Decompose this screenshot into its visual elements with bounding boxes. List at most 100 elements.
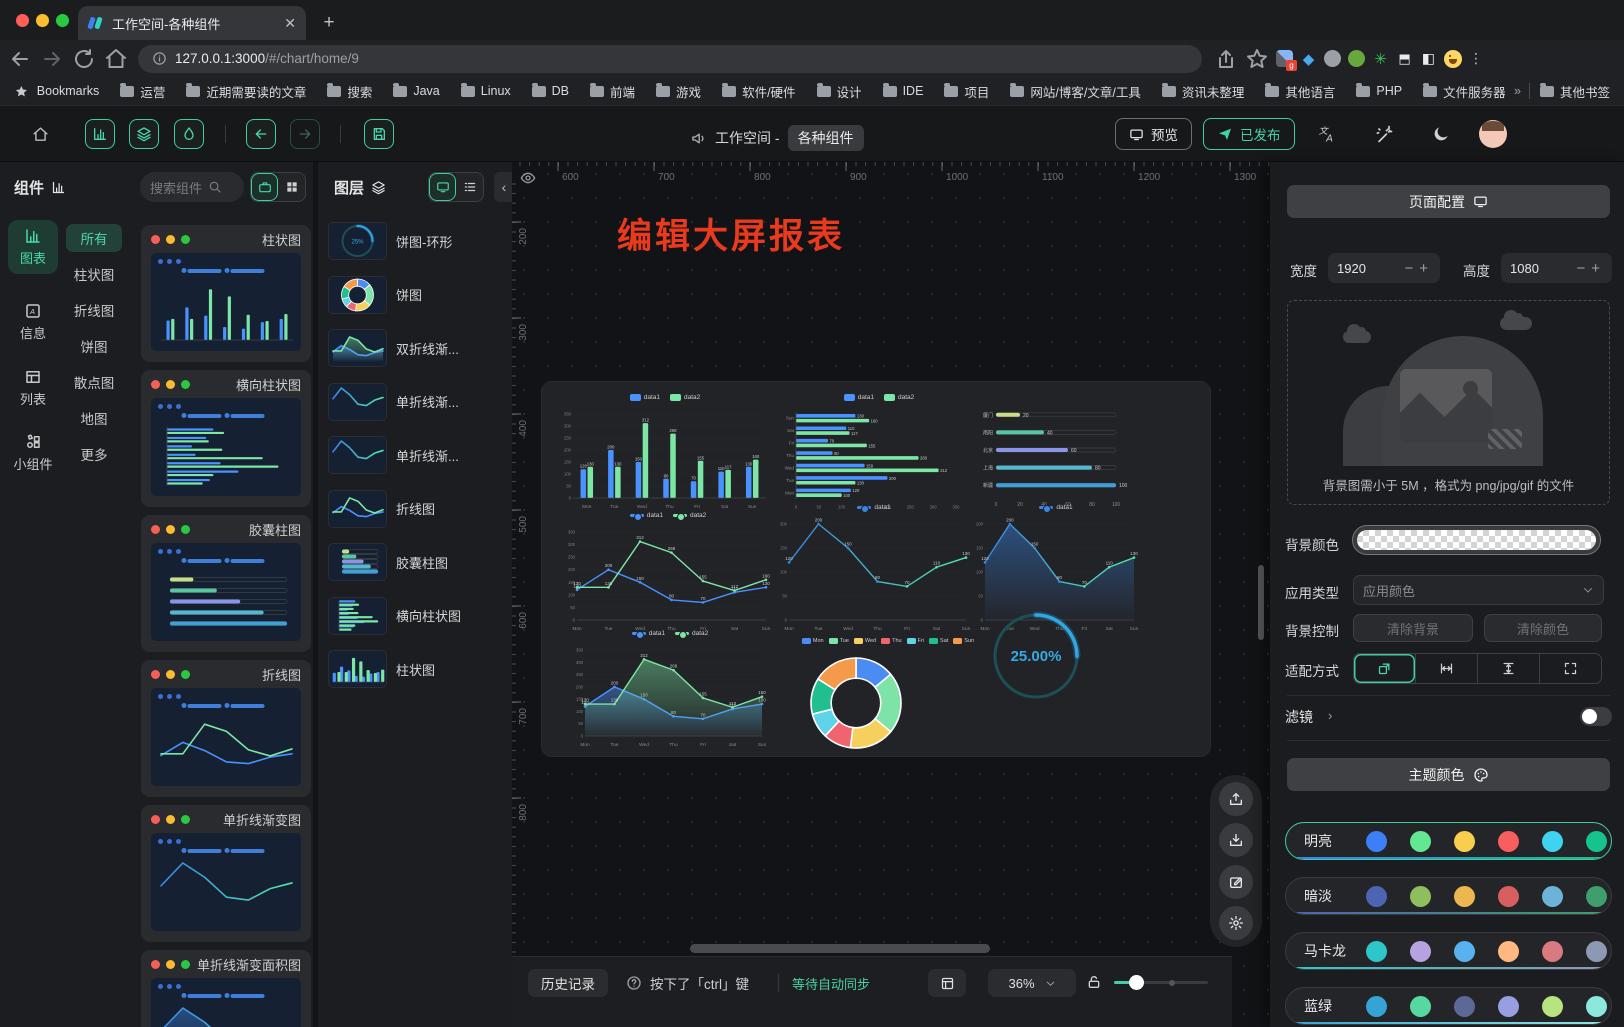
width-minus-button[interactable]: − — [1401, 260, 1416, 277]
vertical-scrollbar[interactable] — [1258, 565, 1264, 640]
canvas-title-text[interactable]: 编辑大屏报表 — [617, 208, 845, 259]
collapse-panel-button[interactable]: ‹ — [494, 172, 514, 202]
app-home-icon[interactable] — [32, 126, 49, 143]
layer-item-横向柱状图[interactable]: 横向柱状图 — [328, 594, 506, 638]
bookmark-star-icon[interactable] — [1245, 47, 1269, 71]
theme-color-dot[interactable] — [1586, 886, 1607, 907]
extension-contrast-icon[interactable]: ◧ — [1420, 50, 1437, 67]
bookmark-item[interactable]: Java — [393, 82, 439, 101]
share-icon[interactable] — [1214, 47, 1238, 71]
theme-color-dot[interactable] — [1366, 831, 1387, 852]
widget-hbar[interactable]: data1data2SunSatFriThuWedTueMon050100150… — [780, 394, 978, 510]
bookmark-item[interactable]: 设计 — [817, 82, 862, 101]
theme-color-dot[interactable] — [1542, 996, 1563, 1017]
workspace-name-pill[interactable]: 各种组件 — [788, 125, 864, 151]
widget-ring[interactable]: 25.00% — [988, 608, 1084, 704]
layer-item-双折线渐...[interactable]: 双折线渐... — [328, 326, 506, 370]
fit-stretch-button[interactable] — [1539, 654, 1601, 683]
other-bookmarks[interactable]: 其他书签 — [1540, 82, 1610, 101]
help-icon[interactable] — [626, 975, 642, 991]
back-icon[interactable] — [8, 47, 32, 71]
bookmark-item[interactable]: DB — [532, 82, 569, 101]
bookmarks-overflow[interactable]: » — [1514, 84, 1521, 98]
background-upload-dropzone[interactable]: 背景图需小于 5M ，格式为 png/jpg/gif 的文件 — [1287, 300, 1610, 505]
list-view-toggle[interactable] — [456, 173, 483, 201]
extension-puzzle-icon[interactable]: ⬒ — [1396, 50, 1413, 67]
bookmark-item[interactable]: 资讯未整理 — [1162, 82, 1245, 101]
zoom-select[interactable]: 36% — [988, 969, 1076, 997]
sidebar-nav-列表[interactable]: 列表 — [8, 361, 58, 415]
theme-color-dot[interactable] — [1366, 941, 1387, 962]
bookmark-item[interactable]: IDE — [883, 82, 924, 101]
detail-panel-toggle-button[interactable] — [174, 119, 204, 149]
grid-view-toggle[interactable] — [278, 173, 305, 201]
sidebar-nav-信息[interactable]: A信息 — [8, 295, 58, 349]
component-card-折线图[interactable]: 折线图 — [141, 660, 311, 797]
window-zoom-button[interactable] — [56, 14, 69, 27]
sidebar-nav-小组件[interactable]: 小组件 — [8, 426, 58, 480]
category-柱状图[interactable]: 柱状图 — [66, 260, 122, 288]
layer-item-饼图[interactable]: 饼图 — [328, 273, 506, 317]
theme-color-dot[interactable] — [1366, 996, 1387, 1017]
bookmark-item[interactable]: 近期需要读的文章 — [186, 82, 306, 101]
component-card-胶囊柱图[interactable]: 胶囊柱图 — [141, 515, 311, 652]
category-更多[interactable]: 更多 — [66, 440, 122, 468]
browser-home-icon[interactable] — [104, 47, 128, 71]
bookmark-item[interactable]: 软件/硬件 — [722, 82, 795, 101]
width-value[interactable]: 1920 — [1337, 261, 1401, 276]
history-button[interactable]: 历史记录 — [528, 969, 608, 997]
search-input[interactable]: 搜索组件 — [140, 172, 244, 202]
category-散点图[interactable]: 散点图 — [66, 368, 122, 396]
theme-color-dot[interactable] — [1498, 996, 1519, 1017]
redo-button[interactable] — [290, 119, 320, 149]
layer-item-胶囊柱图[interactable]: 胶囊柱图 — [328, 540, 506, 584]
widget-bar[interactable]: data1data2050100150200250300350MonTueWed… — [558, 394, 772, 510]
component-card-单折线渐变图[interactable]: 单折线渐变图 — [141, 805, 311, 942]
url-bar[interactable]: 127.0.0.1:3000/#/chart/home/9 — [138, 45, 1202, 73]
theme-color-dot[interactable] — [1454, 831, 1475, 852]
theme-color-dot[interactable] — [1542, 941, 1563, 962]
theme-color-dot[interactable] — [1586, 996, 1607, 1017]
zoom-slider[interactable] — [1114, 981, 1208, 984]
layout-panel-button[interactable] — [928, 969, 966, 997]
zoom-slider-knob[interactable] — [1129, 975, 1144, 990]
edit-button[interactable] — [1219, 865, 1253, 899]
theme-color-dot[interactable] — [1586, 831, 1607, 852]
bookmark-item[interactable]: 运营 — [120, 82, 165, 101]
extension-kite-icon[interactable]: ◆ — [1300, 50, 1317, 67]
thumbnail-view-toggle[interactable] — [429, 173, 456, 201]
height-minus-button[interactable]: − — [1573, 260, 1588, 277]
bookmark-item[interactable]: 搜索 — [327, 82, 372, 101]
fit-width-button[interactable] — [1415, 654, 1477, 683]
reload-icon[interactable] — [72, 47, 96, 71]
bg-color-picker[interactable] — [1353, 526, 1600, 554]
window-minimize-button[interactable] — [36, 14, 49, 27]
save-button[interactable] — [364, 119, 394, 149]
single-view-toggle[interactable] — [251, 173, 278, 201]
fit-height-button[interactable] — [1477, 654, 1539, 683]
bookmark-item[interactable]: PHP — [1356, 82, 1402, 101]
publish-button[interactable]: 已发布 — [1203, 118, 1295, 150]
clear-background-button[interactable]: 清除背景 — [1353, 614, 1473, 642]
theme-color-dot[interactable] — [1498, 831, 1519, 852]
theme-color-dot[interactable] — [1498, 941, 1519, 962]
component-card-柱状图[interactable]: 柱状图 — [141, 225, 311, 362]
horizontal-scrollbar[interactable] — [690, 944, 990, 953]
component-card-单折线渐变面积图[interactable]: 单折线渐变面积图 — [141, 950, 311, 1027]
widget-capsule[interactable]: 厦门20南阳40北京60上海80新疆100020406080100 — [974, 398, 1136, 508]
theme-color-dot[interactable] — [1410, 831, 1431, 852]
layer-item-单折线渐...[interactable]: 单折线渐... — [328, 380, 506, 424]
theme-color-dot[interactable] — [1410, 941, 1431, 962]
browser-menu-icon[interactable]: ⋮ — [1469, 50, 1483, 67]
bookmark-item[interactable]: 其他语言 — [1265, 82, 1335, 101]
widget-donut[interactable] — [796, 656, 916, 750]
extension-globe-icon[interactable] — [1324, 50, 1341, 67]
width-stepper[interactable]: 1920 −+ — [1328, 253, 1440, 283]
sidebar-nav-图表[interactable]: 图表 — [8, 220, 58, 274]
site-info-icon[interactable] — [152, 51, 167, 66]
theme-row-马卡龙[interactable]: 马卡龙 — [1285, 932, 1612, 970]
browser-tab[interactable]: 工作空间-各种组件 ✕ — [78, 6, 306, 40]
theme-color-dot[interactable] — [1366, 886, 1387, 907]
widget-line1[interactable]: data1050100150200MonTueWedThuFriSatSun12… — [774, 504, 974, 632]
dark-mode-moon-icon[interactable] — [1431, 124, 1451, 144]
